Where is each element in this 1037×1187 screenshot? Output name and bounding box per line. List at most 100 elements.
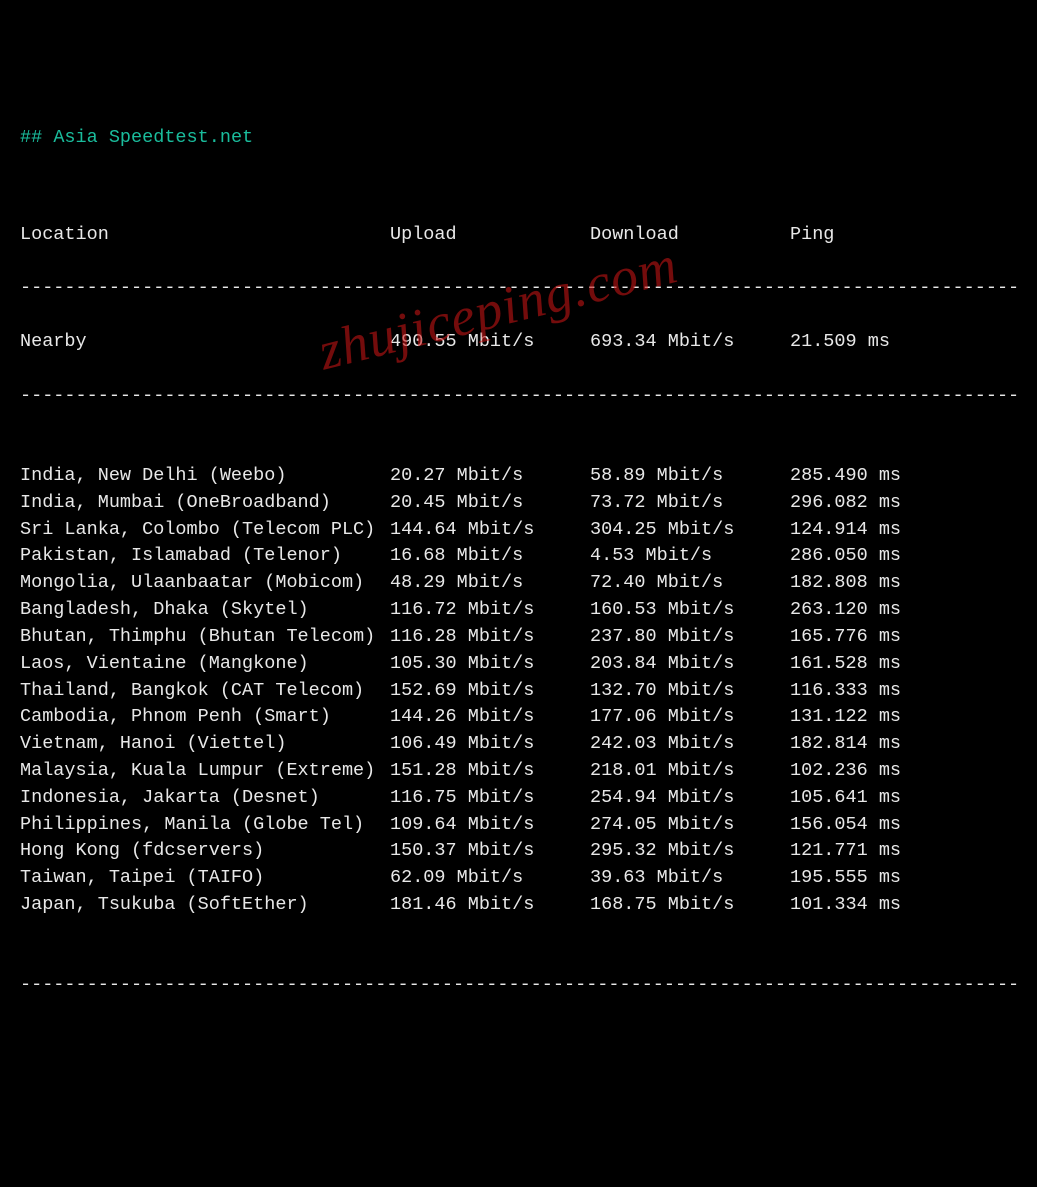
header-location: Location [20,222,390,249]
table-row: Malaysia, Kuala Lumpur (Extreme)151.28 M… [20,758,1017,785]
cell-ping: 286.050 ms [790,543,970,570]
cell-location: Thailand, Bangkok (CAT Telecom) [20,678,390,705]
cell-download: 132.70 Mbit/s [590,678,790,705]
cell-ping: 182.814 ms [790,731,970,758]
table-row: Japan, Tsukuba (SoftEther)181.46 Mbit/s1… [20,892,1017,919]
table-row: India, Mumbai (OneBroadband)20.45 Mbit/s… [20,490,1017,517]
table-row: Laos, Vientaine (Mangkone)105.30 Mbit/s2… [20,651,1017,678]
table-row: Indonesia, Jakarta (Desnet)116.75 Mbit/s… [20,785,1017,812]
table-row: Philippines, Manila (Globe Tel)109.64 Mb… [20,812,1017,839]
cell-ping: 296.082 ms [790,490,970,517]
section-title: ## Asia Speedtest.net [20,125,1017,152]
nearby-location: Nearby [20,329,390,356]
cell-upload: 150.37 Mbit/s [390,838,590,865]
divider-line: ----------------------------------------… [20,383,1017,410]
cell-download: 254.94 Mbit/s [590,785,790,812]
cell-upload: 116.28 Mbit/s [390,624,590,651]
cell-upload: 116.72 Mbit/s [390,597,590,624]
cell-upload: 151.28 Mbit/s [390,758,590,785]
cell-location: Malaysia, Kuala Lumpur (Extreme) [20,758,390,785]
cell-location: Laos, Vientaine (Mangkone) [20,651,390,678]
cell-ping: 161.528 ms [790,651,970,678]
table-header-row: LocationUploadDownloadPing [20,222,1017,249]
title-hash: ## [20,127,53,148]
cell-download: 168.75 Mbit/s [590,892,790,919]
cell-location: Hong Kong (fdcservers) [20,838,390,865]
cell-location: India, New Delhi (Weebo) [20,463,390,490]
cell-upload: 106.49 Mbit/s [390,731,590,758]
cell-ping: 263.120 ms [790,597,970,624]
divider-line: ----------------------------------------… [20,972,1017,999]
cell-ping: 105.641 ms [790,785,970,812]
header-download: Download [590,222,790,249]
cell-download: 218.01 Mbit/s [590,758,790,785]
table-row: Thailand, Bangkok (CAT Telecom)152.69 Mb… [20,678,1017,705]
cell-upload: 116.75 Mbit/s [390,785,590,812]
table-row: Hong Kong (fdcservers)150.37 Mbit/s295.3… [20,838,1017,865]
cell-location: Philippines, Manila (Globe Tel) [20,812,390,839]
nearby-row: Nearby490.55 Mbit/s693.34 Mbit/s21.509 m… [20,329,1017,356]
header-upload: Upload [390,222,590,249]
cell-download: 242.03 Mbit/s [590,731,790,758]
cell-upload: 16.68 Mbit/s [390,543,590,570]
table-row: Cambodia, Phnom Penh (Smart)144.26 Mbit/… [20,704,1017,731]
cell-ping: 165.776 ms [790,624,970,651]
watermark-text: zhujiceping.com [310,226,685,391]
cell-location: India, Mumbai (OneBroadband) [20,490,390,517]
cell-ping: 121.771 ms [790,838,970,865]
cell-upload: 152.69 Mbit/s [390,678,590,705]
cell-download: 177.06 Mbit/s [590,704,790,731]
table-row: Taiwan, Taipei (TAIFO)62.09 Mbit/s39.63 … [20,865,1017,892]
cell-upload: 105.30 Mbit/s [390,651,590,678]
table-row: Mongolia, Ulaanbaatar (Mobicom)48.29 Mbi… [20,570,1017,597]
cell-ping: 101.334 ms [790,892,970,919]
cell-download: 203.84 Mbit/s [590,651,790,678]
cell-ping: 156.054 ms [790,812,970,839]
divider-line: ----------------------------------------… [20,275,1017,302]
table-row: Bhutan, Thimphu (Bhutan Telecom)116.28 M… [20,624,1017,651]
cell-location: Cambodia, Phnom Penh (Smart) [20,704,390,731]
cell-location: Taiwan, Taipei (TAIFO) [20,865,390,892]
cell-ping: 102.236 ms [790,758,970,785]
cell-download: 237.80 Mbit/s [590,624,790,651]
cell-upload: 144.64 Mbit/s [390,517,590,544]
table-row: Pakistan, Islamabad (Telenor)16.68 Mbit/… [20,543,1017,570]
table-row: India, New Delhi (Weebo)20.27 Mbit/s58.8… [20,463,1017,490]
cell-upload: 62.09 Mbit/s [390,865,590,892]
table-row: Sri Lanka, Colombo (Telecom PLC)144.64 M… [20,517,1017,544]
cell-download: 295.32 Mbit/s [590,838,790,865]
cell-download: 58.89 Mbit/s [590,463,790,490]
cell-upload: 20.45 Mbit/s [390,490,590,517]
cell-location: Vietnam, Hanoi (Viettel) [20,731,390,758]
cell-ping: 116.333 ms [790,678,970,705]
cell-ping: 195.555 ms [790,865,970,892]
cell-upload: 109.64 Mbit/s [390,812,590,839]
cell-location: Bangladesh, Dhaka (Skytel) [20,597,390,624]
cell-ping: 182.808 ms [790,570,970,597]
cell-location: Japan, Tsukuba (SoftEther) [20,892,390,919]
cell-location: Sri Lanka, Colombo (Telecom PLC) [20,517,390,544]
nearby-download: 693.34 Mbit/s [590,329,790,356]
cell-download: 160.53 Mbit/s [590,597,790,624]
cell-location: Mongolia, Ulaanbaatar (Mobicom) [20,570,390,597]
cell-download: 73.72 Mbit/s [590,490,790,517]
cell-download: 39.63 Mbit/s [590,865,790,892]
cell-download: 72.40 Mbit/s [590,570,790,597]
nearby-ping: 21.509 ms [790,329,970,356]
cell-upload: 144.26 Mbit/s [390,704,590,731]
nearby-upload: 490.55 Mbit/s [390,329,590,356]
cell-upload: 48.29 Mbit/s [390,570,590,597]
cell-download: 274.05 Mbit/s [590,812,790,839]
results-table-body: India, New Delhi (Weebo)20.27 Mbit/s58.8… [20,463,1017,919]
cell-download: 304.25 Mbit/s [590,517,790,544]
title-text: Asia Speedtest.net [53,127,253,148]
cell-location: Pakistan, Islamabad (Telenor) [20,543,390,570]
cell-location: Bhutan, Thimphu (Bhutan Telecom) [20,624,390,651]
table-row: Bangladesh, Dhaka (Skytel)116.72 Mbit/s1… [20,597,1017,624]
cell-location: Indonesia, Jakarta (Desnet) [20,785,390,812]
cell-ping: 131.122 ms [790,704,970,731]
cell-download: 4.53 Mbit/s [590,543,790,570]
table-row: Vietnam, Hanoi (Viettel)106.49 Mbit/s242… [20,731,1017,758]
cell-ping: 124.914 ms [790,517,970,544]
header-ping: Ping [790,222,970,249]
